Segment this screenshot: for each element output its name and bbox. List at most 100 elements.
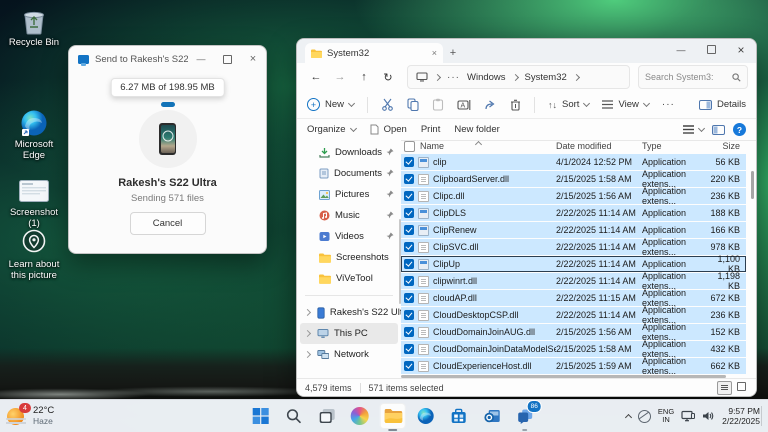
- taskbar-store-icon[interactable]: [446, 403, 472, 429]
- new-folder-button[interactable]: New folder: [454, 124, 499, 135]
- taskbar-search-icon[interactable]: [281, 403, 307, 429]
- language-indicator[interactable]: ENG IN: [658, 408, 674, 424]
- expand-chevron-icon[interactable]: [304, 330, 311, 337]
- file-row[interactable]: clipwinrt.dll2/22/2025 11:14 AMApplicati…: [401, 273, 746, 289]
- sidebar-item-screenshots[interactable]: Screenshots: [297, 247, 401, 268]
- icons-view-toggle[interactable]: [735, 381, 748, 393]
- refresh-button[interactable]: ↻: [377, 66, 399, 88]
- minimize-button[interactable]: —: [188, 48, 214, 70]
- file-row[interactable]: cloudAP.dll2/22/2025 11:15 AMApplication…: [401, 290, 746, 306]
- minimize-button[interactable]: —: [666, 39, 696, 60]
- cancel-button[interactable]: Cancel: [130, 212, 206, 235]
- sidebar-item-downloads[interactable]: Downloads: [297, 142, 401, 163]
- view-button[interactable]: View: [602, 99, 648, 110]
- row-checkbox[interactable]: [404, 191, 414, 201]
- hidden-icons-button[interactable]: [626, 413, 631, 420]
- column-name[interactable]: Name: [420, 141, 444, 151]
- file-row[interactable]: ClipSVC.dll2/22/2025 11:14 AMApplication…: [401, 239, 746, 255]
- file-row[interactable]: ClipRenew2/22/2025 11:14 AMApplication16…: [401, 222, 746, 238]
- sidebar-item-phone[interactable]: Rakesh's S22 Ult: [297, 302, 401, 323]
- tab-close-icon[interactable]: ×: [432, 48, 437, 58]
- column-size[interactable]: Size: [709, 141, 746, 151]
- file-row[interactable]: clip4/1/2024 12:52 PMApplication56 KB: [401, 154, 746, 170]
- file-row[interactable]: CloudDomainJoinAUG.dll2/15/2025 1:56 AMA…: [401, 324, 746, 340]
- taskbar-task-view-icon[interactable]: [314, 403, 340, 429]
- taskbar-file-explorer-icon[interactable]: [380, 403, 406, 429]
- sidebar-item-this-pc[interactable]: This PC: [300, 323, 398, 344]
- row-checkbox[interactable]: [404, 310, 414, 320]
- row-checkbox[interactable]: [404, 293, 414, 303]
- close-button[interactable]: ×: [240, 48, 266, 70]
- desktop-icon-recycle-bin[interactable]: Recycle Bin: [3, 6, 65, 49]
- taskbar-start-icon[interactable]: [248, 403, 274, 429]
- share-button[interactable]: [484, 99, 497, 111]
- file-row[interactable]: ClipUp2/22/2025 11:14 AMApplication1,100…: [401, 256, 746, 272]
- column-date-modified[interactable]: Date modified: [556, 141, 642, 151]
- show-desktop-button[interactable]: [761, 406, 764, 426]
- new-tab-button[interactable]: +: [443, 43, 463, 63]
- weather-widget[interactable]: 4 22°C Haze: [6, 400, 54, 432]
- taskbar-copilot-icon[interactable]: [347, 403, 373, 429]
- row-checkbox[interactable]: [404, 327, 414, 337]
- row-checkbox[interactable]: [404, 361, 414, 371]
- rename-button[interactable]: A: [457, 99, 471, 111]
- back-button[interactable]: ←: [305, 66, 327, 88]
- row-checkbox[interactable]: [404, 208, 414, 218]
- maximize-button[interactable]: [214, 48, 240, 70]
- sidebar-item-music[interactable]: Music: [297, 205, 401, 226]
- column-type[interactable]: Type: [642, 141, 709, 151]
- new-button[interactable]: + New: [307, 98, 354, 111]
- select-all-checkbox[interactable]: [404, 141, 415, 152]
- file-row[interactable]: ClipDLS2/22/2025 11:14 AMApplication188 …: [401, 205, 746, 221]
- sidebar-item-pictures[interactable]: Pictures: [297, 184, 401, 205]
- row-checkbox[interactable]: [404, 242, 414, 252]
- file-row[interactable]: CloudDesktopCSP.dll2/22/2025 11:14 AMApp…: [401, 307, 746, 323]
- tab-system32[interactable]: System32 ×: [305, 43, 443, 63]
- row-checkbox[interactable]: [404, 174, 414, 184]
- vertical-scrollbar[interactable]: [751, 171, 754, 199]
- desktop-icon-microsoft-edge[interactable]: Microsoft Edge: [3, 108, 65, 162]
- file-row[interactable]: ClipboardServer.dll2/15/2025 1:58 AMAppl…: [401, 171, 746, 187]
- details-view-toggle[interactable]: [717, 381, 732, 395]
- maximize-button[interactable]: [696, 39, 726, 60]
- breadcrumb-system32[interactable]: System32: [525, 72, 567, 83]
- row-checkbox[interactable]: [404, 259, 414, 269]
- breadcrumb-overflow[interactable]: ···: [447, 72, 460, 83]
- print-button[interactable]: Print: [421, 124, 441, 135]
- file-row[interactable]: CloudExperienceHost.dll2/15/2025 1:59 AM…: [401, 358, 746, 374]
- open-button[interactable]: Open: [370, 124, 407, 135]
- cut-button[interactable]: [381, 98, 394, 111]
- row-checkbox[interactable]: [404, 344, 414, 354]
- volume-icon[interactable]: [702, 410, 715, 422]
- paste-button[interactable]: [432, 98, 444, 111]
- taskbar-edge-icon[interactable]: [413, 403, 439, 429]
- more-options-button[interactable]: ···: [662, 99, 675, 110]
- file-row[interactable]: CloudDomainJoinDataModelServer.dll2/15/2…: [401, 341, 746, 357]
- do-not-disturb-icon[interactable]: [638, 410, 651, 423]
- copy-button[interactable]: [407, 98, 419, 111]
- up-button[interactable]: ↑: [353, 66, 375, 88]
- breadcrumb-windows[interactable]: Windows: [467, 72, 506, 83]
- details-button[interactable]: Details: [699, 99, 746, 110]
- taskbar-chat-icon[interactable]: 86: [512, 403, 538, 429]
- desktop-icon-screenshot-1[interactable]: Screenshot (1): [3, 176, 65, 230]
- organize-button[interactable]: Organize: [307, 124, 356, 135]
- row-checkbox[interactable]: [404, 157, 414, 167]
- delete-button[interactable]: [510, 99, 521, 111]
- expand-chevron-icon[interactable]: [304, 309, 311, 316]
- sort-button[interactable]: ↑↓ Sort: [548, 99, 589, 110]
- search-input[interactable]: Search System3:: [638, 65, 748, 89]
- sidebar-item-documents[interactable]: Documents: [297, 163, 401, 184]
- clock[interactable]: 9:57 PM 2/22/2025: [722, 406, 764, 426]
- sidebar-item-vivetool[interactable]: ViVeTool: [297, 268, 401, 289]
- expand-chevron-icon[interactable]: [304, 351, 311, 358]
- sidebar-item-network[interactable]: Network: [297, 344, 401, 365]
- desktop-icon-learn-about[interactable]: Learn about this picture: [3, 228, 65, 282]
- close-button[interactable]: ×: [726, 39, 756, 60]
- address-bar[interactable]: ··· Windows System32: [407, 65, 630, 89]
- layout-button[interactable]: [683, 125, 704, 134]
- taskbar-outlook-icon[interactable]: [479, 403, 505, 429]
- network-icon[interactable]: [681, 410, 695, 422]
- row-checkbox[interactable]: [404, 225, 414, 235]
- sidebar-item-videos[interactable]: Videos: [297, 226, 401, 247]
